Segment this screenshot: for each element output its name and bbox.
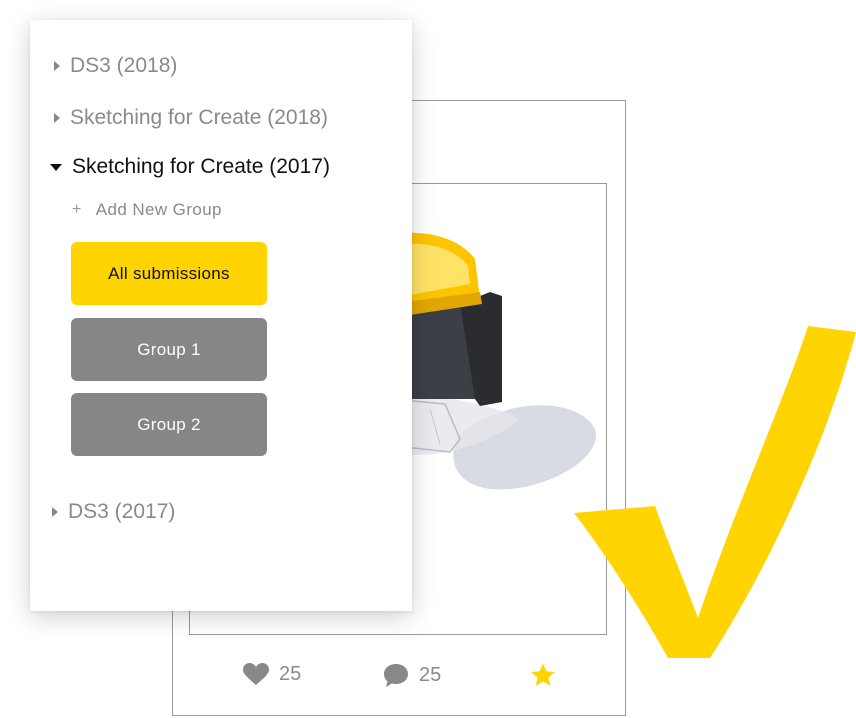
star-icon: [530, 663, 556, 687]
heart-icon: [243, 663, 269, 686]
add-new-group-label: Add New Group: [95, 200, 222, 219]
group-1-button[interactable]: Group 1: [71, 318, 267, 381]
group-all-submissions[interactable]: All submissions: [71, 242, 267, 305]
caret-right-icon: [54, 113, 60, 123]
tree-item-label: DS3 (2018): [70, 54, 178, 77]
card-footer: 25 25: [173, 637, 625, 715]
tree-item-label: DS3 (2017): [68, 500, 176, 523]
group-label: All submissions: [108, 263, 230, 283]
tree-item-label: Sketching for Create (2017): [72, 155, 330, 178]
checkmark-icon: [560, 318, 856, 669]
comments-stat[interactable]: 25: [383, 663, 441, 688]
tree-item-ds3-2017[interactable]: DS3 (2017): [50, 500, 175, 524]
course-group-panel: DS3 (2018) Sketching for Create (2018) S…: [30, 20, 412, 611]
tree-item-sketching-2017[interactable]: Sketching for Create (2017): [50, 155, 330, 179]
group-2-button[interactable]: Group 2: [71, 393, 267, 456]
caret-right-icon: [54, 61, 60, 71]
group-label: Group 2: [137, 414, 201, 434]
tree-item-label: Sketching for Create (2018): [70, 106, 328, 129]
caret-right-icon: [52, 507, 58, 517]
group-label: Group 1: [137, 339, 201, 359]
caret-down-icon: [50, 163, 62, 171]
star-button[interactable]: [530, 663, 556, 687]
tree-item-ds3-2018[interactable]: DS3 (2018): [52, 54, 177, 78]
plus-icon: +: [72, 201, 82, 218]
add-new-group-button[interactable]: + Add New Group: [72, 200, 222, 220]
comments-count: 25: [419, 664, 442, 686]
comment-icon: [383, 663, 409, 688]
likes-count: 25: [279, 663, 302, 685]
likes-stat[interactable]: 25: [243, 663, 301, 686]
tree-item-sketching-2018[interactable]: Sketching for Create (2018): [52, 106, 328, 130]
